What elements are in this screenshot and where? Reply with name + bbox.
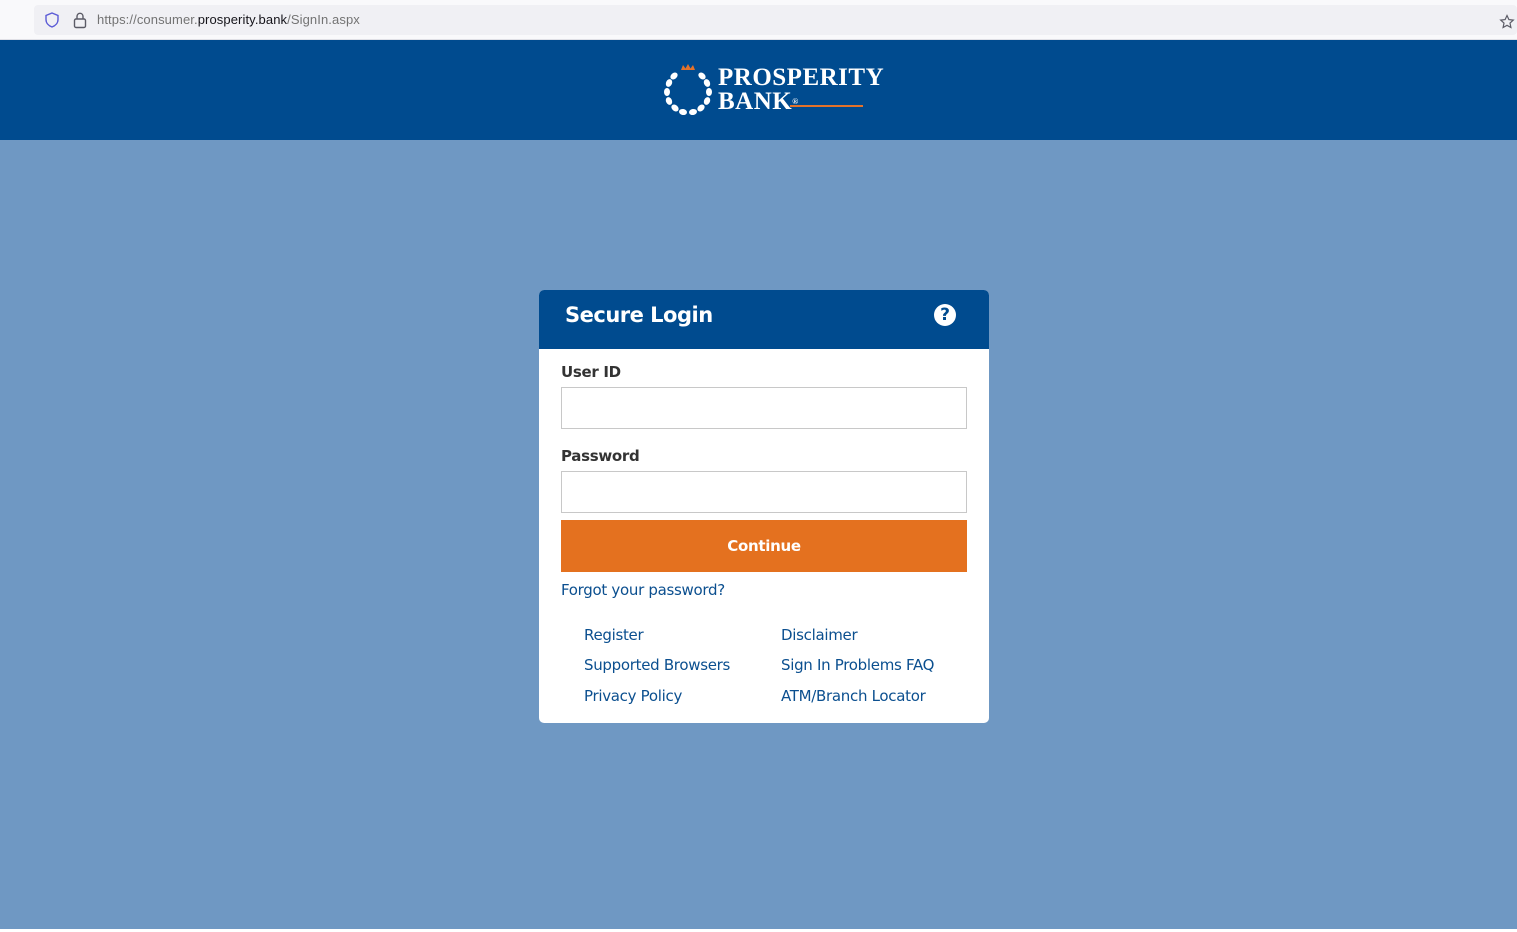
- user-id-label: User ID: [561, 363, 621, 381]
- supported-browsers-link[interactable]: Supported Browsers: [584, 656, 730, 674]
- wreath-crown-icon: [664, 64, 712, 116]
- bookmark-star-icon[interactable]: [1499, 14, 1515, 30]
- forgot-password-link[interactable]: Forgot your password?: [561, 581, 725, 599]
- url-path: /SignIn.aspx: [287, 12, 360, 27]
- continue-button[interactable]: Continue: [561, 520, 967, 572]
- sign-in-faq-link[interactable]: Sign In Problems FAQ: [781, 656, 934, 674]
- logo-line-prosperity: PROSPERITY: [718, 64, 885, 91]
- logo-line-bank: BANK: [718, 88, 793, 115]
- password-input[interactable]: [561, 471, 967, 513]
- browser-toolbar: https://consumer.prosperity.bank/SignIn.…: [0, 0, 1517, 40]
- disclaimer-link[interactable]: Disclaimer: [781, 626, 858, 644]
- url-text[interactable]: https://consumer.prosperity.bank/SignIn.…: [97, 12, 360, 27]
- site-header: PROSPERITY BANK®: [0, 40, 1517, 140]
- url-prefix: https://consumer.: [97, 12, 198, 27]
- shield-icon[interactable]: [44, 12, 60, 28]
- register-link[interactable]: Register: [584, 626, 644, 644]
- lock-icon[interactable]: [72, 11, 88, 29]
- atm-branch-locator-link[interactable]: ATM/Branch Locator: [781, 687, 926, 705]
- help-icon[interactable]: ?: [934, 304, 956, 326]
- user-id-input[interactable]: [561, 387, 967, 429]
- bank-logo[interactable]: PROSPERITY BANK®: [660, 62, 884, 122]
- login-card: Secure Login ? User ID Password Continue…: [539, 290, 989, 723]
- login-card-header: Secure Login ?: [539, 290, 989, 349]
- logo-underline: [790, 105, 863, 107]
- address-bar[interactable]: https://consumer.prosperity.bank/SignIn.…: [34, 5, 1517, 35]
- url-domain: prosperity.bank: [197, 12, 288, 27]
- login-title: Secure Login: [565, 303, 713, 327]
- privacy-policy-link[interactable]: Privacy Policy: [584, 687, 682, 705]
- password-label: Password: [561, 447, 640, 465]
